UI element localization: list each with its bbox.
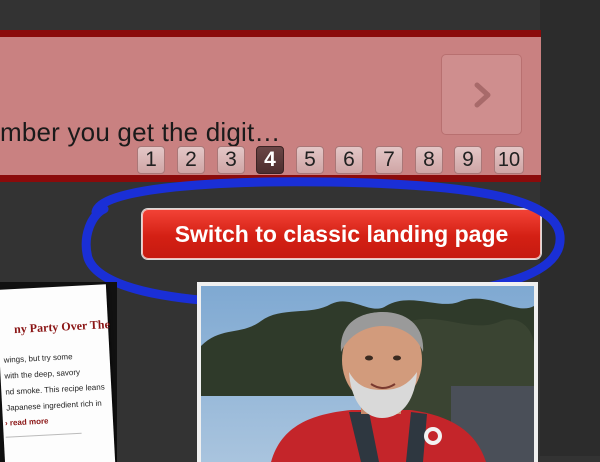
- recipe-card-line: nd smoke. This recipe leans: [5, 382, 105, 397]
- chef-photo: [201, 286, 534, 462]
- recipe-card-line: with the deep, savory: [4, 367, 81, 381]
- recipe-card[interactable]: ny Party Over The wings, but try some wi…: [0, 282, 117, 462]
- recipe-card-paper: ny Party Over The wings, but try some wi…: [0, 284, 116, 462]
- recipe-card-title[interactable]: ny Party Over The: [14, 316, 117, 337]
- read-more-link[interactable]: › read more: [5, 416, 49, 427]
- recipe-card-line: wings, but try some: [3, 352, 73, 365]
- recipe-card-line: Japanese ingredient rich in: [5, 398, 102, 413]
- card-divider: [5, 432, 82, 438]
- feature-photo-card[interactable]: [197, 282, 538, 462]
